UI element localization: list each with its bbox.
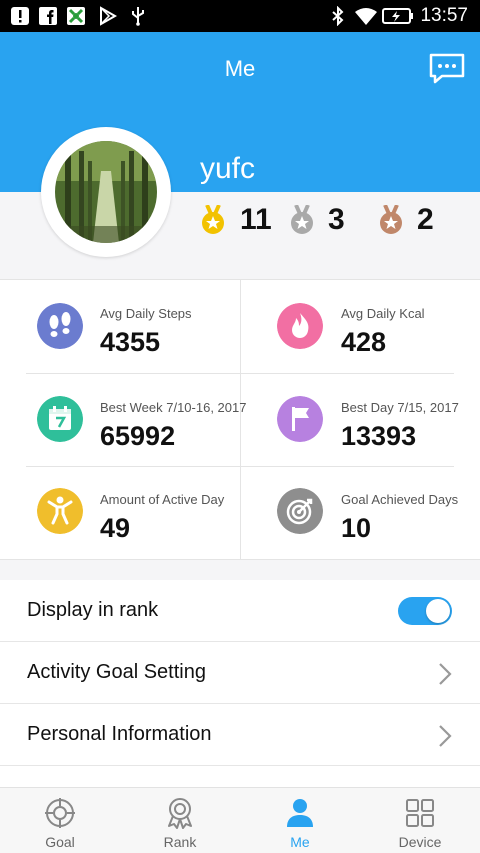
tab-me[interactable]: Me bbox=[240, 788, 360, 853]
tab-goal[interactable]: Goal bbox=[0, 788, 120, 853]
app-notification-icon bbox=[67, 7, 85, 25]
stat-label: Goal Achieved Days bbox=[341, 492, 459, 507]
gold-medal-icon bbox=[202, 205, 224, 234]
tab-device[interactable]: Device bbox=[360, 788, 480, 853]
bluetooth-icon bbox=[332, 6, 344, 26]
stat-label: Avg Daily Kcal bbox=[341, 306, 425, 321]
bottom-nav: Goal Rank Me Device bbox=[0, 787, 480, 853]
bronze-medal-icon bbox=[380, 205, 402, 234]
status-bar: 13:57 bbox=[0, 0, 480, 32]
page-title: Me bbox=[224, 56, 256, 81]
medal-ribbon-icon bbox=[168, 798, 192, 829]
activity-goal-setting-label: Activity Goal Setting bbox=[27, 661, 206, 683]
stat-label: Best Week 7/10-16, 2017 bbox=[100, 400, 247, 415]
tab-label: Goal bbox=[45, 834, 75, 850]
play-store-icon bbox=[100, 6, 118, 26]
stat-value: 428 bbox=[341, 327, 387, 357]
person-active-icon bbox=[37, 488, 83, 534]
stats-grid: Avg Daily Steps 4355 Avg Daily Kcal 428 … bbox=[0, 280, 480, 560]
tab-label: Rank bbox=[163, 834, 197, 850]
stat-label: Amount of Active Day bbox=[100, 492, 225, 507]
footprints-icon bbox=[37, 303, 83, 349]
display-in-rank-label: Display in rank bbox=[27, 599, 159, 621]
divider bbox=[26, 373, 454, 374]
tab-label: Device bbox=[398, 834, 442, 850]
person-icon bbox=[287, 799, 313, 827]
stat-label: Best Day 7/15, 2017 bbox=[341, 400, 459, 415]
personal-information-label: Personal Information bbox=[27, 723, 212, 745]
flag-icon bbox=[277, 396, 323, 442]
section-gap bbox=[0, 560, 480, 580]
silver-medal-icon bbox=[291, 205, 313, 234]
activity-goal-setting-row[interactable]: Activity Goal Setting bbox=[0, 642, 480, 704]
gold-medal-count: 11 bbox=[240, 203, 272, 236]
display-in-rank-toggle[interactable] bbox=[398, 597, 452, 625]
calendar-icon bbox=[37, 396, 83, 442]
bronze-medal-count: 2 bbox=[417, 203, 434, 236]
facebook-icon bbox=[39, 7, 57, 25]
usb-icon bbox=[132, 7, 144, 26]
wifi-icon bbox=[355, 8, 377, 25]
grid-icon bbox=[406, 799, 434, 827]
flame-icon bbox=[277, 303, 323, 349]
divider bbox=[240, 280, 241, 560]
stat-value: 10 bbox=[341, 513, 372, 543]
silver-medal-count: 3 bbox=[328, 203, 345, 236]
chevron-right-icon bbox=[439, 725, 452, 747]
personal-information-row[interactable]: Personal Information bbox=[0, 704, 480, 766]
stat-value: 4355 bbox=[100, 327, 161, 357]
stat-value: 65992 bbox=[100, 421, 176, 451]
stat-label: Avg Daily Steps bbox=[100, 306, 192, 321]
toggle-knob bbox=[426, 599, 450, 623]
battery-charging-icon bbox=[382, 8, 413, 24]
stat-value: 13393 bbox=[341, 421, 417, 451]
message-icon[interactable] bbox=[428, 52, 466, 84]
target-icon bbox=[277, 488, 323, 534]
notification-alert-icon bbox=[11, 7, 29, 25]
avatar[interactable] bbox=[55, 141, 157, 243]
display-in-rank-row: Display in rank bbox=[0, 580, 480, 642]
crosshair-icon bbox=[45, 798, 75, 828]
divider bbox=[26, 466, 454, 467]
tab-label: Me bbox=[290, 834, 310, 850]
chevron-right-icon bbox=[439, 663, 452, 685]
stat-value: 49 bbox=[100, 513, 131, 543]
username: yufc bbox=[200, 152, 256, 185]
tab-rank[interactable]: Rank bbox=[120, 788, 240, 853]
clock: 13:57 bbox=[420, 5, 468, 26]
